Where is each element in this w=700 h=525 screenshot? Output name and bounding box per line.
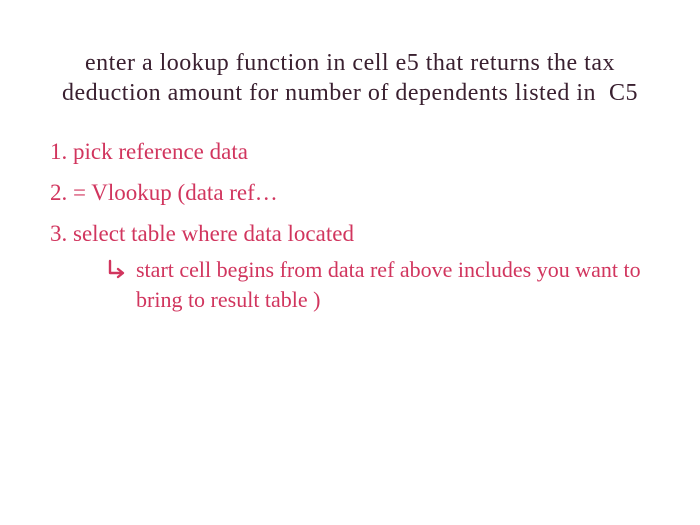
- step-3: 3. select table where data located: [50, 214, 660, 253]
- sub-arrow-icon: [106, 259, 128, 281]
- steps-list: 1. pick reference data 2. = Vlookup (dat…: [50, 132, 660, 315]
- handwritten-note: enter a lookup function in cell e5 that …: [0, 0, 700, 525]
- step-1-text: pick reference data: [73, 139, 248, 164]
- step-1-number: 1.: [50, 139, 67, 164]
- substep: start cell begins from data ref above in…: [106, 255, 660, 314]
- substep-text: start cell begins from data ref above in…: [136, 255, 660, 314]
- step-2-text: = Vlookup (data ref…: [73, 180, 278, 205]
- step-3-text: select table where data located: [73, 221, 354, 246]
- step-2-number: 2.: [50, 180, 67, 205]
- step-1: 1. pick reference data: [50, 132, 660, 171]
- step-2: 2. = Vlookup (data ref…: [50, 173, 660, 212]
- note-title: enter a lookup function in cell e5 that …: [40, 48, 660, 108]
- step-3-number: 3.: [50, 221, 67, 246]
